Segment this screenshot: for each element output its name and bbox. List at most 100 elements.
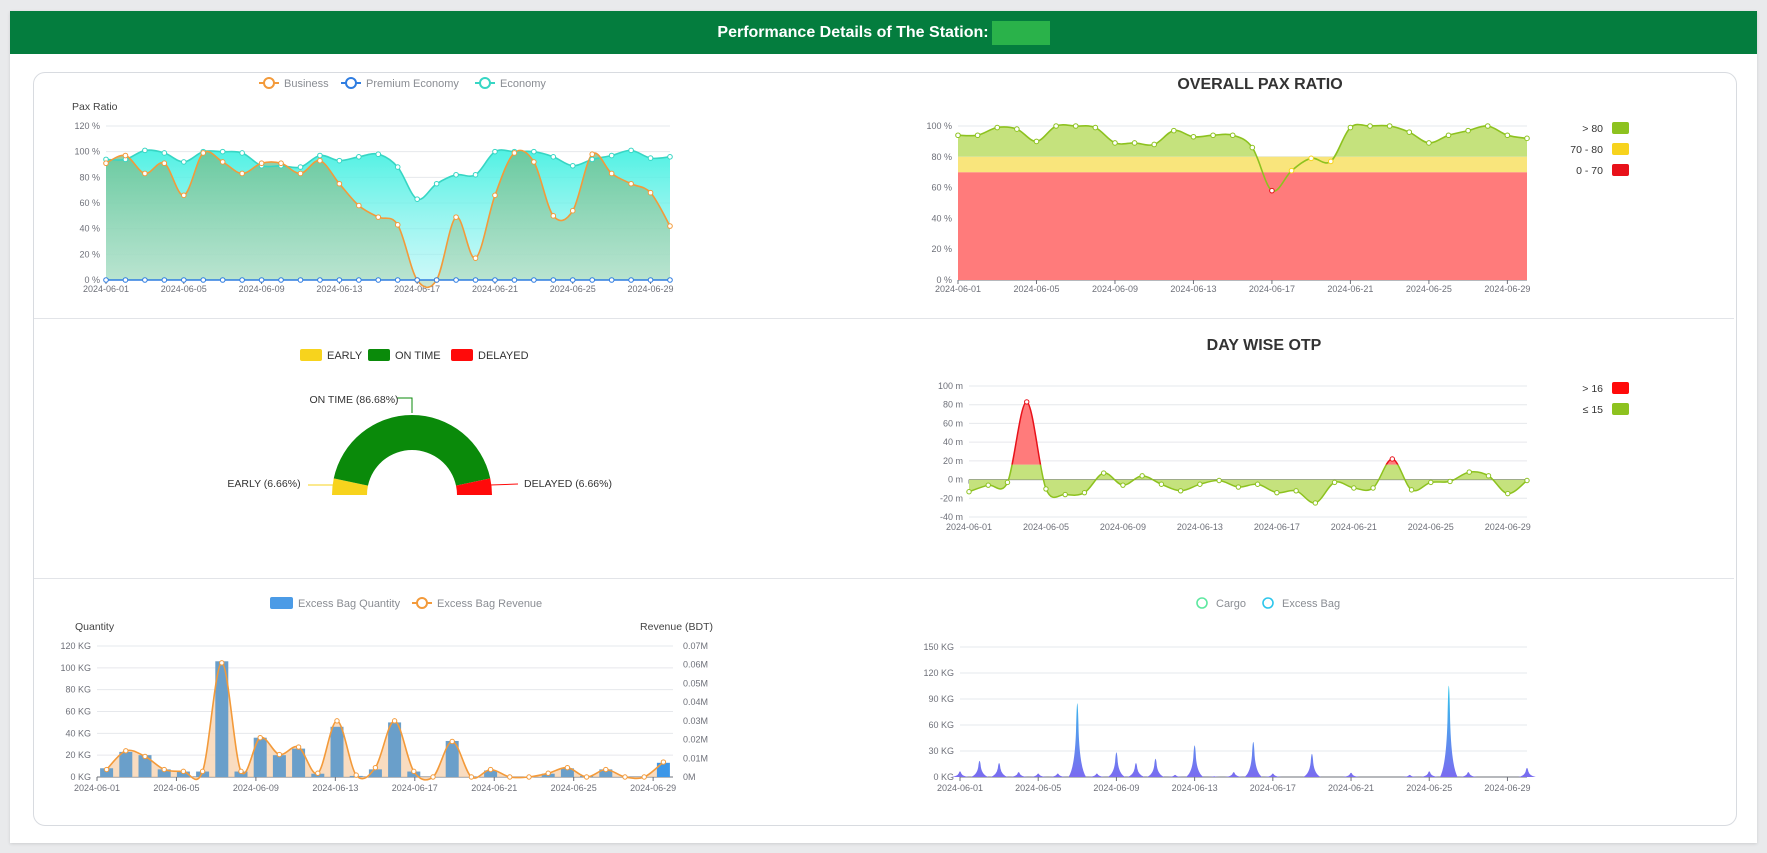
otp-point — [1235, 484, 1242, 490]
y-tick-label-right: 0.02M — [683, 735, 708, 745]
premium-economy-point — [647, 277, 654, 283]
x-tick-label: 2024-06-25 — [1406, 783, 1452, 793]
y-tick-label: -40 m — [940, 512, 963, 522]
x-tick-label: 2024-06-05 — [153, 783, 199, 793]
pax-ratio-point — [1033, 138, 1040, 145]
band-legend-label: > 16 — [1582, 383, 1603, 395]
business-point — [161, 160, 168, 167]
premium-economy-point — [122, 277, 129, 283]
premium-economy-point — [414, 277, 420, 283]
pax-ratio-point — [1229, 132, 1236, 139]
revenue-point — [103, 766, 110, 773]
y-tick-label: 80 % — [931, 152, 952, 162]
pax-ratio-point — [1171, 127, 1177, 134]
x-tick-label: 2024-06-25 — [550, 284, 596, 294]
otp-point — [1370, 485, 1376, 491]
premium-economy-point — [550, 277, 557, 283]
premium-economy-point — [511, 277, 518, 283]
quantity-bar — [272, 755, 286, 777]
band-legend-label: > 80 — [1582, 123, 1603, 135]
x-tick-label: 2024-06-17 — [1250, 783, 1296, 793]
business-point — [180, 192, 187, 199]
business-point — [667, 223, 673, 229]
quantity-bar — [656, 762, 670, 777]
economy-point — [667, 154, 673, 160]
otp-legend-swatch — [368, 349, 390, 361]
otp-legend-label: EARLY — [327, 350, 363, 362]
band-legend-swatch — [1612, 403, 1629, 415]
business-point — [142, 170, 148, 177]
premium-economy-point — [608, 277, 615, 283]
revenue-point — [295, 744, 302, 750]
x-tick-label: 2024-06-21 — [1327, 284, 1373, 294]
y-tick-label: 60 % — [79, 198, 100, 208]
business-point — [103, 160, 109, 167]
revenue-point — [411, 768, 417, 775]
otp-point — [1312, 500, 1319, 506]
premium-economy-point — [297, 277, 304, 283]
y-axis-title-right: Revenue (BDT) — [640, 621, 713, 633]
y-tick-label-right: 0.05M — [683, 678, 708, 688]
revenue-area — [106, 662, 664, 780]
y-tick-label-right: 0.07M — [683, 641, 708, 651]
revenue-point — [430, 774, 436, 780]
otp-point — [1505, 490, 1511, 497]
y-tick-label-right: 0.06M — [683, 660, 708, 670]
business-point — [297, 170, 304, 177]
y-tick-label: 100 m — [938, 381, 963, 391]
x-tick-label: 2024-06-05 — [1023, 522, 1069, 532]
y-tick-label: 40 KG — [65, 728, 91, 738]
y-tick-label-right: 0.04M — [683, 697, 708, 707]
pax-ratio-point — [1210, 132, 1216, 139]
otp-point — [1081, 489, 1088, 496]
y-tick-label-right: 0.01M — [683, 753, 708, 763]
charts-canvas: Pax Ratio0 %20 %40 %60 %80 %100 %120 %20… — [60, 76, 1629, 793]
band-70-80-fill — [958, 156, 1527, 173]
otp-point — [1043, 486, 1049, 492]
premium-economy-point — [219, 277, 226, 283]
pax-ratio-point — [1308, 155, 1314, 162]
x-tick-label: 2024-06-17 — [1249, 284, 1295, 294]
y-tick-label: 60 KG — [928, 720, 954, 730]
band-legend-swatch — [1612, 143, 1629, 155]
y-axis-title: Pax Ratio — [72, 101, 118, 113]
band-legend-swatch — [1612, 164, 1629, 176]
x-tick-label: 2024-06-13 — [316, 284, 362, 294]
otp-legend-label: DELAYED — [478, 350, 529, 362]
economy-point — [297, 164, 304, 170]
x-tick-label: 2024-06-25 — [1406, 284, 1452, 294]
pax-ratio-point — [1269, 187, 1275, 194]
y-axis-title: Quantity — [75, 621, 115, 633]
otp-legend-label: ON TIME — [395, 350, 441, 362]
business-legend-marker — [263, 77, 275, 89]
economy-point — [161, 150, 168, 156]
revenue-point — [545, 770, 551, 776]
revenue-point — [199, 768, 206, 775]
x-tick-label: 2024-06-13 — [1177, 522, 1223, 532]
revenue-point — [238, 768, 244, 775]
ontime-leader-line — [397, 397, 413, 413]
y-tick-label-right: 0M — [683, 772, 696, 782]
otp-point — [966, 489, 972, 495]
y-tick-label: 80 KG — [65, 685, 91, 695]
otp-point — [1274, 489, 1280, 496]
revenue-point — [219, 660, 225, 666]
x-tick-label: 2024-06-09 — [239, 284, 285, 294]
y-tick-label: 0 m — [948, 475, 963, 485]
y-tick-label: 90 KG — [928, 694, 954, 704]
premium-economy-point — [531, 277, 537, 283]
quantity-bar — [330, 726, 344, 777]
quantity-bar — [388, 722, 402, 777]
x-tick-label: 2024-06-09 — [1093, 783, 1139, 793]
business-point — [472, 255, 479, 261]
band-legend-label: 0 - 70 — [1576, 165, 1603, 177]
revenue-point — [603, 766, 609, 773]
y-tick-label: 40 m — [943, 437, 963, 447]
y-tick-label: 20 m — [943, 456, 963, 466]
otp-point — [1100, 470, 1107, 476]
otp-point — [1062, 491, 1068, 498]
revenue-point — [315, 770, 321, 776]
pax-ratio-point — [1524, 135, 1530, 142]
x-tick-label: 2024-06-09 — [233, 783, 279, 793]
chart-title: OVERALL PAX RATIO — [1177, 76, 1342, 93]
